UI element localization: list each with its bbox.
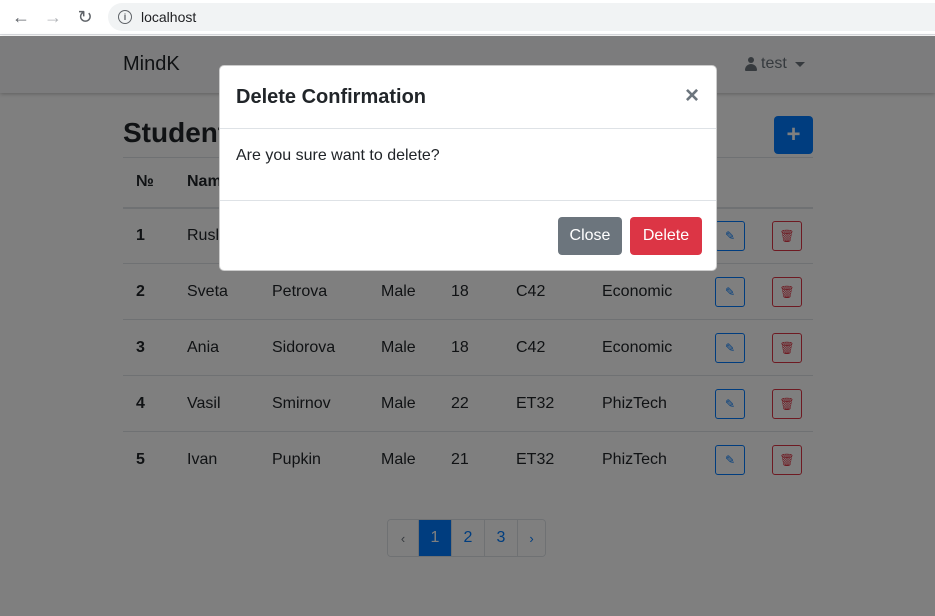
back-arrow-icon[interactable]: ← [10,6,32,28]
modal-header: Delete Confirmation × [220,66,716,129]
modal-body: Are you sure want to delete? [220,129,716,201]
info-icon[interactable]: i [118,10,132,24]
delete-confirmation-modal: Delete Confirmation × Are you sure want … [219,65,717,271]
modal-title: Delete Confirmation [236,86,427,108]
browser-toolbar: ← → ↻ i localhost [0,0,935,35]
address-bar[interactable]: i localhost [108,3,935,31]
url-text: localhost [141,9,197,25]
reload-icon[interactable]: ↻ [74,6,96,28]
modal-footer: Close Delete [220,201,716,271]
close-button[interactable]: Close [558,217,622,255]
forward-arrow-icon[interactable]: → [42,6,64,28]
close-icon[interactable]: × [685,84,699,108]
delete-button[interactable]: Delete [630,217,702,255]
